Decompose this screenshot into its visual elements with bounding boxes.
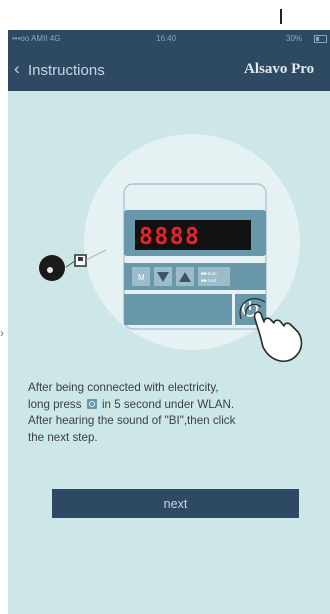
next-button[interactable]: next [52, 489, 299, 518]
mode-button[interactable] [198, 267, 230, 286]
side-arrow-icon: › [0, 326, 4, 340]
display-digits: 8888 [139, 224, 200, 250]
phone-screen: •••oo AMII 4G 16:40 30% ‹ Instructions A… [8, 30, 330, 614]
status-time: 16:40 [156, 34, 177, 43]
instruction-line-2-start: long press [28, 397, 82, 411]
battery-percent: 30% [286, 34, 303, 43]
back-button-label[interactable]: Instructions [28, 62, 105, 79]
instruction-line-1: After being connected with electricity, [28, 381, 219, 394]
screen-edge-mark [280, 9, 282, 24]
carrier-signal: •••oo AMII 4G [12, 34, 61, 43]
device-illustration: 8888 M ■■ auto ■■ cool [39, 134, 303, 363]
battery-icon [314, 35, 327, 43]
back-chevron-icon[interactable]: ‹ [14, 60, 20, 77]
instruction-line-2: long press in 5 second under WLAN. [28, 397, 318, 414]
m-button-label: M [138, 273, 145, 282]
instruction-line-3: After hearing the sound of "BI",then cli… [28, 414, 236, 427]
mode-label-cool: ■■ cool [201, 278, 216, 283]
nav-bar: ‹ Instructions Alsavo Pro [8, 48, 330, 91]
lower-panel [124, 294, 232, 325]
status-bar: •••oo AMII 4G 16:40 30% [8, 30, 330, 48]
instruction-text: After being connected with electricity, … [28, 380, 318, 446]
mode-label-auto: ■■ auto [201, 271, 217, 276]
instruction-line-4: the next step. [28, 430, 98, 444]
brand-title: Alsavo Pro [244, 61, 315, 77]
power-icon [86, 398, 97, 409]
instruction-line-2-end: in 5 second under WLAN. [101, 397, 235, 411]
